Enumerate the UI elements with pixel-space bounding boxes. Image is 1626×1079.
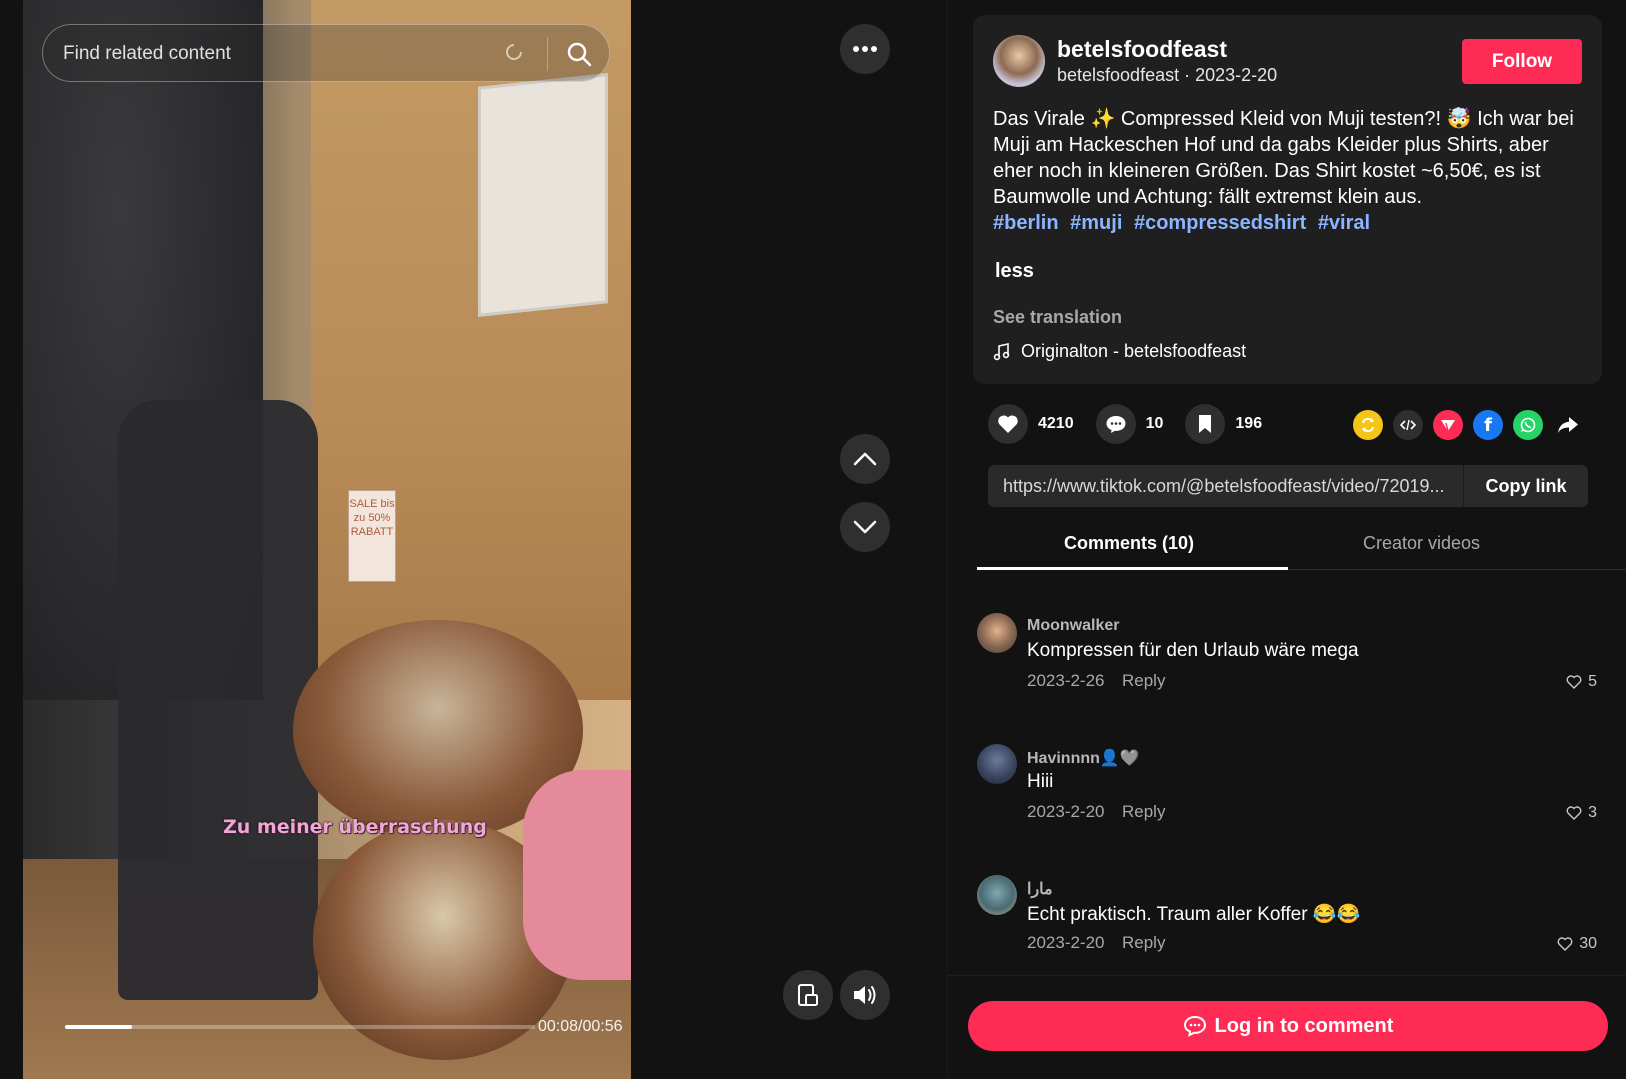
- video-player[interactable]: SALE bis zu 50% RABATT Zu meiner überras…: [23, 0, 631, 1079]
- engagement-stats: 4210 10 196: [988, 402, 1284, 446]
- repost-icon[interactable]: [1353, 410, 1383, 440]
- share-arrow-icon[interactable]: [1553, 410, 1583, 440]
- video-poster: [478, 73, 608, 317]
- copy-link-button[interactable]: Copy link: [1463, 465, 1588, 507]
- tab-active-indicator: [977, 567, 1288, 570]
- comment-date: 2023-2-26: [1027, 671, 1105, 690]
- share-link-box: https://www.tiktok.com/@betelsfoodfeast/…: [988, 465, 1588, 507]
- heart-outline-icon: [1566, 675, 1582, 689]
- search-bar[interactable]: Find related content: [42, 24, 610, 82]
- comment-like-button[interactable]: 5: [1566, 673, 1597, 691]
- next-video-button[interactable]: [840, 502, 890, 552]
- video-caption-overlay: Zu meiner überraschung: [223, 816, 487, 838]
- login-to-comment-button[interactable]: Log in to comment: [968, 1001, 1608, 1051]
- comment-date: 2023-2-20: [1027, 933, 1105, 952]
- comment-date: 2023-2-20: [1027, 802, 1105, 821]
- commenter-avatar[interactable]: [977, 744, 1017, 784]
- volume-button[interactable]: [840, 970, 890, 1020]
- music-label: Originalton - betelsfoodfeast: [1021, 341, 1247, 361]
- hashtag-link[interactable]: #compressedshirt: [1134, 212, 1306, 234]
- more-icon: [853, 46, 877, 52]
- author-username[interactable]: betelsfoodfeast: [1057, 36, 1227, 63]
- comment-like-button[interactable]: 30: [1557, 935, 1597, 953]
- author-avatar[interactable]: [993, 35, 1045, 87]
- music-link[interactable]: Originalton - betelsfoodfeast: [993, 341, 1246, 362]
- search-icon[interactable]: [559, 35, 599, 73]
- video-progress-bar[interactable]: [65, 1025, 535, 1029]
- embed-icon[interactable]: [1393, 410, 1423, 440]
- facebook-icon[interactable]: f: [1473, 410, 1503, 440]
- save-count: 196: [1235, 415, 1263, 432]
- comment-item: مارا Echt praktisch. Traum aller Koffer …: [977, 875, 1597, 985]
- comment-like-count: 5: [1588, 673, 1597, 690]
- comment-footer: Log in to comment: [948, 975, 1626, 1079]
- share-options: f: [1353, 410, 1583, 440]
- hashtag-link[interactable]: #muji: [1070, 212, 1122, 234]
- search-divider: [547, 37, 548, 71]
- show-less-link[interactable]: less: [995, 260, 1034, 283]
- loading-icon: [505, 43, 525, 63]
- floating-player-button[interactable]: [783, 970, 833, 1020]
- heart-outline-icon: [1566, 806, 1582, 820]
- previous-video-button[interactable]: [840, 434, 890, 484]
- hashtag-link[interactable]: #berlin: [993, 212, 1059, 234]
- commenter-avatar[interactable]: [977, 875, 1017, 915]
- hashtag-list: #berlin #muji #compressedshirt #viral: [993, 210, 1376, 236]
- search-input[interactable]: Find related content: [63, 43, 231, 65]
- music-note-icon: [993, 342, 1010, 360]
- heart-outline-icon: [1557, 937, 1573, 951]
- hashtag-link[interactable]: #viral: [1318, 212, 1370, 234]
- commenter-name[interactable]: Havinnnn👤🩶: [1027, 748, 1140, 768]
- commenter-name[interactable]: مارا: [1027, 879, 1053, 899]
- picture-in-picture-icon: [798, 984, 818, 1006]
- comment-text: Echt praktisch. Traum aller Koffer 😂😂: [1027, 904, 1361, 925]
- login-to-comment-label: Log in to comment: [1214, 1014, 1394, 1037]
- video-progress-fill: [65, 1025, 133, 1029]
- commenter-avatar[interactable]: [977, 613, 1017, 653]
- comment-item: Havinnnn👤🩶 Hiii 2023-2-20 Reply 3: [977, 744, 1597, 854]
- details-panel: betelsfoodfeast betelsfoodfeast · 2023-2…: [947, 0, 1626, 1079]
- save-button[interactable]: 196: [1185, 404, 1262, 444]
- tab-comments[interactable]: Comments (10): [1064, 533, 1194, 554]
- video-sale-tag: SALE bis zu 50% RABATT: [348, 490, 396, 582]
- see-translation-link[interactable]: See translation: [993, 307, 1122, 328]
- reply-button[interactable]: Reply: [1122, 802, 1165, 822]
- reply-button[interactable]: Reply: [1122, 933, 1165, 953]
- comment-item: Moonwalker Kompressen für den Urlaub wär…: [977, 613, 1597, 723]
- comment-like-count: 3: [1588, 804, 1597, 821]
- comment-bubble-icon: [1183, 1015, 1206, 1037]
- panel-tabs: Comments (10) Creator videos: [977, 525, 1626, 570]
- description-card: betelsfoodfeast betelsfoodfeast · 2023-2…: [973, 15, 1602, 384]
- like-button[interactable]: 4210: [988, 404, 1074, 444]
- heart-icon: [988, 404, 1028, 444]
- comment-button[interactable]: 10: [1095, 404, 1164, 444]
- comment-text: Hiii: [1027, 771, 1054, 792]
- share-link-url[interactable]: https://www.tiktok.com/@betelsfoodfeast/…: [1003, 476, 1458, 497]
- chevron-down-icon: [853, 520, 877, 534]
- more-options-button[interactable]: [840, 24, 890, 74]
- volume-icon: [854, 986, 876, 1004]
- video-area: SALE bis zu 50% RABATT Zu meiner überras…: [0, 0, 947, 1079]
- video-sleeve: [523, 770, 631, 980]
- like-count: 4210: [1038, 415, 1074, 432]
- author-submeta: betelsfoodfeast · 2023-2-20: [1057, 65, 1278, 85]
- comment-count: 10: [1145, 415, 1164, 432]
- commenter-name[interactable]: Moonwalker: [1027, 617, 1119, 635]
- comment-icon: [1095, 404, 1136, 444]
- comment-text: Kompressen für den Urlaub wäre mega: [1027, 640, 1359, 661]
- follow-button[interactable]: Follow: [1462, 39, 1582, 84]
- comment-like-count: 30: [1579, 935, 1597, 952]
- video-dress: [118, 400, 318, 1000]
- post-description: Das Virale ✨ Compressed Kleid von Muji t…: [993, 108, 1574, 208]
- bookmark-icon: [1185, 404, 1226, 444]
- comment-like-button[interactable]: 3: [1566, 804, 1597, 822]
- video-time: 00:08/00:56: [538, 1018, 623, 1035]
- chevron-up-icon: [853, 452, 877, 466]
- send-icon[interactable]: [1433, 410, 1463, 440]
- reply-button[interactable]: Reply: [1122, 671, 1165, 691]
- tab-creator-videos[interactable]: Creator videos: [1363, 533, 1480, 554]
- whatsapp-icon[interactable]: [1513, 410, 1543, 440]
